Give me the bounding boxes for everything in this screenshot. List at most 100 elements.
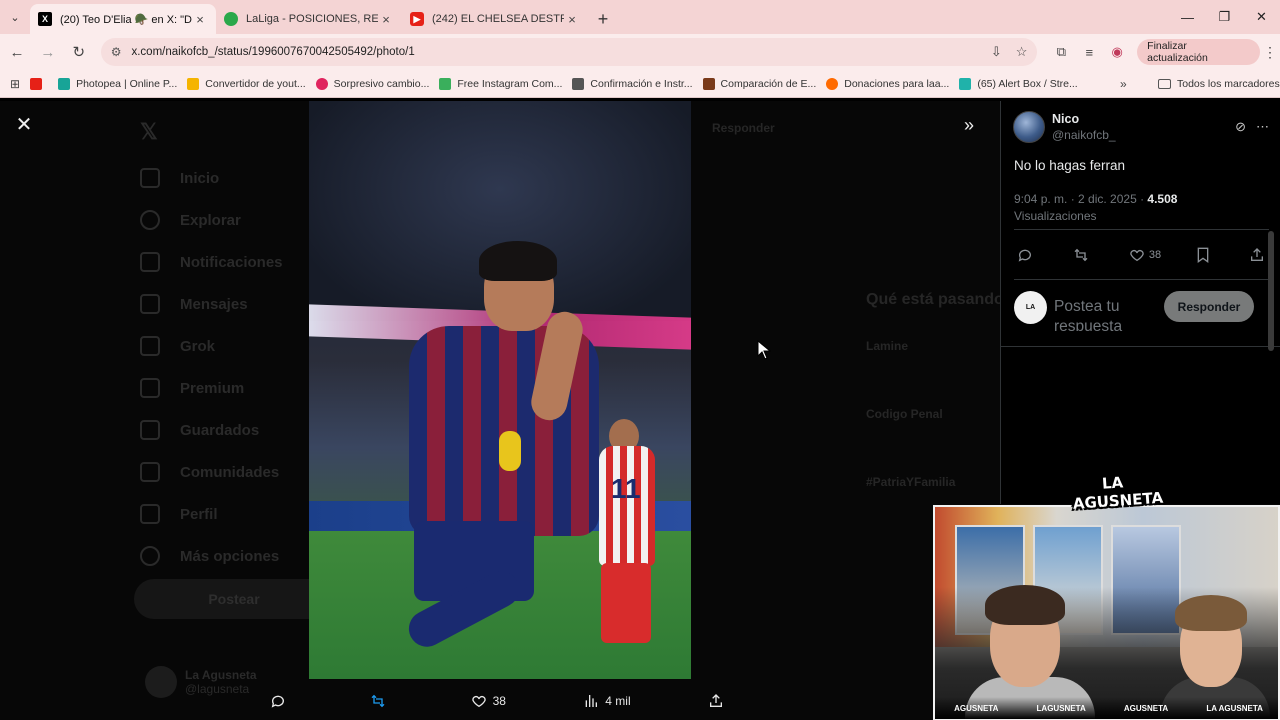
share-button[interactable] xyxy=(1249,247,1269,263)
grok-icon[interactable]: ⊘ xyxy=(1235,119,1246,135)
heart-icon xyxy=(1130,249,1144,262)
tweet-time[interactable]: 9:04 p. m. · 2 dic. 2025 · xyxy=(1014,192,1147,206)
reload-icon[interactable]: ↻ xyxy=(65,38,93,66)
photo-opponent-shirt xyxy=(599,446,655,566)
reply-input[interactable]: Postea tu respuesta xyxy=(1054,297,1154,331)
install-icon[interactable]: ⇩ xyxy=(991,44,1002,60)
all-bookmarks-button[interactable]: Todos los marcadores xyxy=(1158,78,1280,90)
apps-grid-icon[interactable]: ⊞ xyxy=(10,77,20,91)
bell-icon xyxy=(140,252,160,272)
webcam-overlay: AGUSNETA LAGUSNETA AGUSNETA LA AGUSNETA xyxy=(933,505,1280,720)
address-bar[interactable]: ⚙ x.com/naikofcb_/status/199600767004250… xyxy=(100,38,1038,66)
close-window-icon[interactable]: ✕ xyxy=(1243,0,1280,34)
tab-title: (20) Teo D'Elia 🪖 en X: "Debo c xyxy=(60,13,192,26)
bookmark-item[interactable]: Convertidor de yout... xyxy=(187,77,306,90)
photo-opponent-shorts xyxy=(601,563,651,643)
author-handle[interactable]: @naikofcb_ xyxy=(1052,128,1225,142)
retweet-button[interactable] xyxy=(1072,247,1094,263)
bookmark-item[interactable]: Comparación de E... xyxy=(702,77,817,90)
photo-sponsor-badge xyxy=(499,431,521,471)
like-button[interactable]: 38 xyxy=(1129,247,1161,263)
x-logo-icon: 𝕏 xyxy=(140,119,158,144)
kick-handle: AGUSNETA xyxy=(1123,703,1169,713)
back-icon[interactable]: ← xyxy=(3,38,31,66)
bookmark-star-icon[interactable]: ☆ xyxy=(1016,44,1028,60)
close-tab-icon[interactable]: × xyxy=(564,12,580,27)
share-button[interactable] xyxy=(708,693,730,709)
donation-icon xyxy=(826,77,839,90)
reply-submit-button[interactable]: Responder xyxy=(1164,291,1254,322)
channel-logo: LA AGUSNETA xyxy=(1072,473,1164,513)
background-sidebar: 𝕏 Inicio Explorar Notificaciones Mensaje… xyxy=(140,111,283,577)
scrollbar[interactable] xyxy=(1268,231,1274,351)
news-icon xyxy=(315,77,328,90)
tab-x-post[interactable]: X (20) Teo D'Elia 🪖 en X: "Debo c × xyxy=(30,4,216,34)
bookmark-item[interactable]: Free Instagram Com... xyxy=(439,77,562,90)
x-logo-icon: X xyxy=(38,12,52,26)
nav-communities: Comunidades xyxy=(140,451,283,493)
bookmark-item[interactable]: Donaciones para laa... xyxy=(826,77,949,90)
url-text[interactable]: x.com/naikofcb_/status/19960076700425054… xyxy=(131,46,976,58)
bookmark-item[interactable]: Confirmación e Instr... xyxy=(572,77,693,90)
more-bookmarks-icon[interactable]: » xyxy=(1120,77,1127,91)
bookmark-button[interactable] xyxy=(1196,247,1214,263)
bookmark-icon xyxy=(140,420,160,440)
nav-bookmarks: Guardados xyxy=(140,409,283,451)
tab-search-icon[interactable]: ⌄ xyxy=(0,0,30,34)
bookmark-icon xyxy=(1197,247,1209,263)
window-controls: — ❐ ✕ xyxy=(1169,0,1280,34)
like-button[interactable]: 38 xyxy=(471,693,506,709)
nav-premium: Premium xyxy=(140,367,283,409)
bookmark-item[interactable]: Photopea | Online P... xyxy=(58,77,178,90)
photopea-icon xyxy=(58,77,71,90)
author-avatar[interactable] xyxy=(1013,111,1045,143)
bookmark-label: Comparación de E... xyxy=(720,77,817,90)
background-account: La Agusneta @lagusneta xyxy=(145,666,257,698)
profile-icon[interactable]: ◉ xyxy=(1103,44,1131,60)
instagram-handle: AGUSNETA xyxy=(954,703,999,713)
reply-icon xyxy=(1018,249,1031,262)
social-handles-bar: AGUSNETA LAGUSNETA AGUSNETA LA AGUSNETA xyxy=(935,697,1278,719)
tab-youtube[interactable]: ▶ (242) EL CHELSEA DESTRUYÓ A × xyxy=(402,4,588,34)
divider xyxy=(1014,279,1269,280)
bookmark-item[interactable]: (65) Alert Box / Stre... xyxy=(959,77,1078,90)
bookmark-item[interactable]: Sorpresivo cambio... xyxy=(315,77,429,90)
collapse-panel-icon[interactable]: » xyxy=(964,115,974,136)
bookmark-label: Convertidor de yout... xyxy=(205,77,306,90)
reply-button[interactable] xyxy=(1017,247,1037,263)
bookmark-item[interactable] xyxy=(30,77,48,90)
tweet-text: No lo hagas ferran xyxy=(1014,158,1126,173)
close-tab-icon[interactable]: × xyxy=(378,12,394,27)
close-viewer-icon[interactable]: ✕ xyxy=(14,115,34,135)
tab-laliga[interactable]: LaLiga - POSICIONES, RESULTAD × xyxy=(216,4,402,34)
browser-toolbar: ← → ↻ ⚙ x.com/naikofcb_/status/199600767… xyxy=(0,34,1280,70)
finish-update-button[interactable]: Finalizar actualización xyxy=(1137,39,1261,65)
forward-icon[interactable]: → xyxy=(34,38,62,66)
author-name[interactable]: Nico xyxy=(1052,112,1225,126)
my-avatar[interactable]: LA xyxy=(1014,291,1047,324)
more-options-icon[interactable]: ⋯ xyxy=(1256,119,1269,135)
new-tab-button[interactable]: + xyxy=(588,4,618,34)
menu-icon[interactable]: ⋮ xyxy=(1260,44,1280,61)
extensions-icon[interactable]: ⧉ xyxy=(1047,44,1075,60)
site-info-icon[interactable]: ⚙ xyxy=(111,45,122,59)
youtube-icon: ▶ xyxy=(410,12,424,26)
retweet-button[interactable] xyxy=(369,693,393,709)
bookmark-label: (65) Alert Box / Stre... xyxy=(977,77,1078,90)
tweet-photo[interactable]: 11 xyxy=(309,101,691,679)
nav-home: Inicio xyxy=(140,157,283,199)
x-photo-viewer: 𝕏 Inicio Explorar Notificaciones Mensaje… xyxy=(0,101,1280,720)
close-tab-icon[interactable]: × xyxy=(192,12,208,27)
nav-notifications: Notificaciones xyxy=(140,241,283,283)
tweet-header-icons: ⊘ ⋯ xyxy=(1225,119,1269,135)
bookmark-label: Photopea | Online P... xyxy=(76,77,178,90)
reply-button[interactable] xyxy=(270,693,292,709)
converter-icon xyxy=(187,77,200,90)
media-control-icon[interactable]: ≡ xyxy=(1075,45,1103,60)
restore-icon[interactable]: ❐ xyxy=(1206,0,1243,34)
nav-explore: Explorar xyxy=(140,199,283,241)
avatar xyxy=(145,666,177,698)
x-handle: LAGUSNETA xyxy=(1036,703,1086,713)
minimize-icon[interactable]: — xyxy=(1169,0,1206,34)
views-button[interactable]: 4 mil xyxy=(583,693,631,709)
